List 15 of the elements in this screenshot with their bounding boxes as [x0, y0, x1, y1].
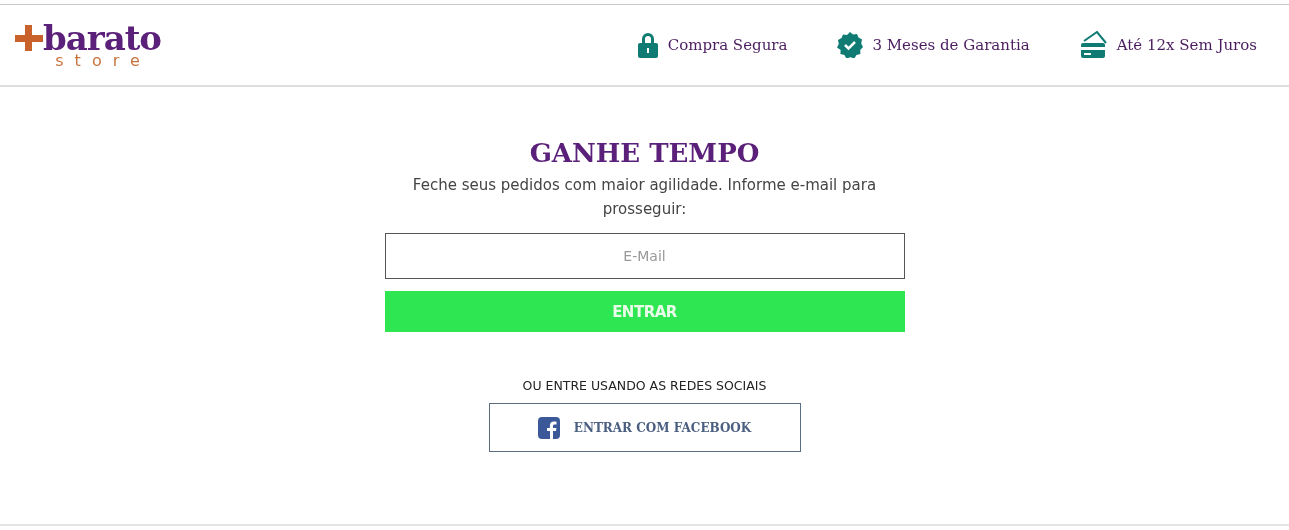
- lock-icon: [636, 32, 659, 58]
- check-badge-icon: [837, 32, 864, 58]
- social-login-label: OU ENTRE USANDO AS REDES SOCIAIS: [522, 378, 767, 393]
- facebook-icon: [537, 416, 560, 439]
- feature-label: Até 12x Sem Juros: [1116, 36, 1257, 54]
- page-title: GANHE TEMPO: [529, 137, 760, 169]
- facebook-login-button[interactable]: ENTRAR COM FACEBOOK: [488, 403, 801, 452]
- logo-text: barato: [42, 21, 162, 55]
- feature-label: Compra Segura: [667, 36, 788, 54]
- feature-label: 3 Meses de Garantia: [872, 36, 1030, 54]
- logo-tagline: store: [55, 53, 151, 69]
- plus-icon: [14, 25, 43, 51]
- credit-card-icon: [1079, 31, 1108, 59]
- email-field[interactable]: E-Mail: [384, 233, 905, 279]
- description-text: Feche seus pedidos com maior agilidade. Informe e-mail para prosseguir:: [411, 175, 878, 220]
